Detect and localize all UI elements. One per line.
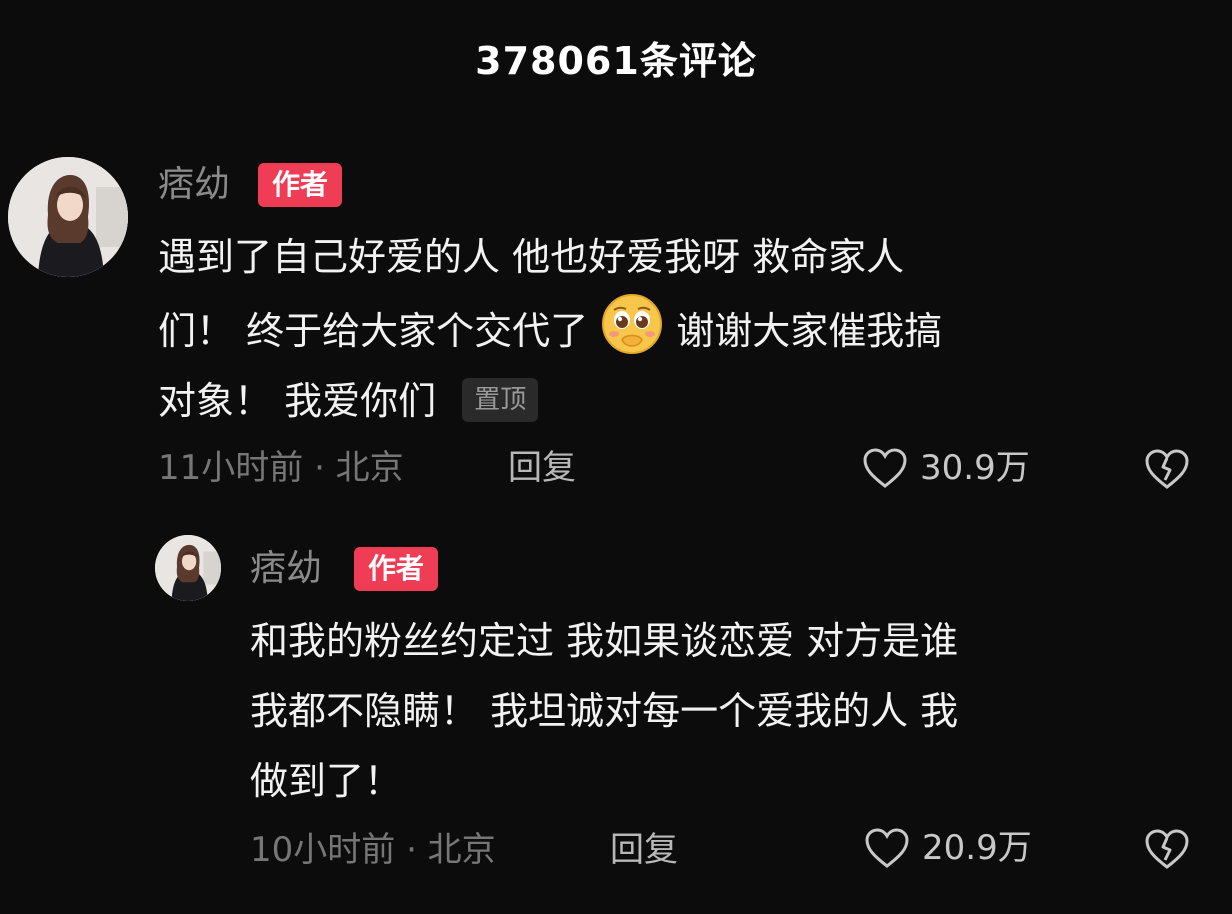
dislike-button[interactable] — [1144, 828, 1190, 874]
pleading-face-emoji — [600, 292, 664, 356]
author-badge: 作者 — [354, 547, 439, 591]
avatar[interactable] — [155, 535, 221, 601]
author-badge: 作者 — [258, 163, 343, 207]
broken-heart-icon — [1145, 449, 1189, 489]
like-button[interactable]: 20.9万 — [864, 826, 1032, 870]
comment-text: 和我的粉丝约定过 我如果谈恋爱 对方是谁 我都不隐瞒！ 我坦诚对每一个爱我的人 … — [250, 606, 1210, 816]
avatar[interactable] — [8, 157, 128, 277]
dislike-button[interactable] — [1144, 448, 1190, 494]
comments-count-title: 378061条评论 — [475, 39, 757, 83]
pinned-badge: 置顶 — [462, 378, 539, 422]
comment-text-line: 遇到了自己好爱的人 他也好爱我呀 救命家人 — [158, 235, 905, 279]
comment-text-line: 们！ 终于给大家个交代了 — [158, 309, 589, 353]
heart-outline-icon — [863, 448, 907, 488]
reply-button[interactable]: 回复 — [508, 446, 576, 490]
reply-button[interactable]: 回复 — [610, 828, 678, 872]
comment-text: 遇到了自己好爱的人 他也好爱我呀 救命家人 们！ 终于给大家个交代了 谢谢大家催… — [158, 222, 1198, 436]
comment-text-line: 对象！ 我爱你们 — [158, 379, 437, 423]
comment-text-line: 谢谢大家催我搞 — [676, 309, 943, 353]
avatar-image — [155, 535, 221, 601]
comment-username[interactable]: 痞幼 — [158, 163, 230, 207]
like-count: 30.9万 — [920, 448, 1030, 488]
comment-time-location: 11小时前 · 北京 — [158, 448, 404, 488]
comment-time-location: 10小时前 · 北京 — [250, 830, 496, 870]
heart-outline-icon — [865, 828, 909, 868]
comment-text-line: 和我的粉丝约定过 我如果谈恋爱 对方是谁 — [250, 619, 959, 663]
comment-text-line: 我都不隐瞒！ 我坦诚对每一个爱我的人 我 — [250, 689, 959, 733]
broken-heart-icon — [1145, 829, 1189, 869]
like-button[interactable]: 30.9万 — [862, 446, 1030, 490]
avatar-image — [8, 157, 128, 277]
comment-text-line: 做到了！ — [250, 759, 403, 803]
like-count: 20.9万 — [922, 828, 1032, 868]
comment-username[interactable]: 痞幼 — [250, 547, 322, 591]
